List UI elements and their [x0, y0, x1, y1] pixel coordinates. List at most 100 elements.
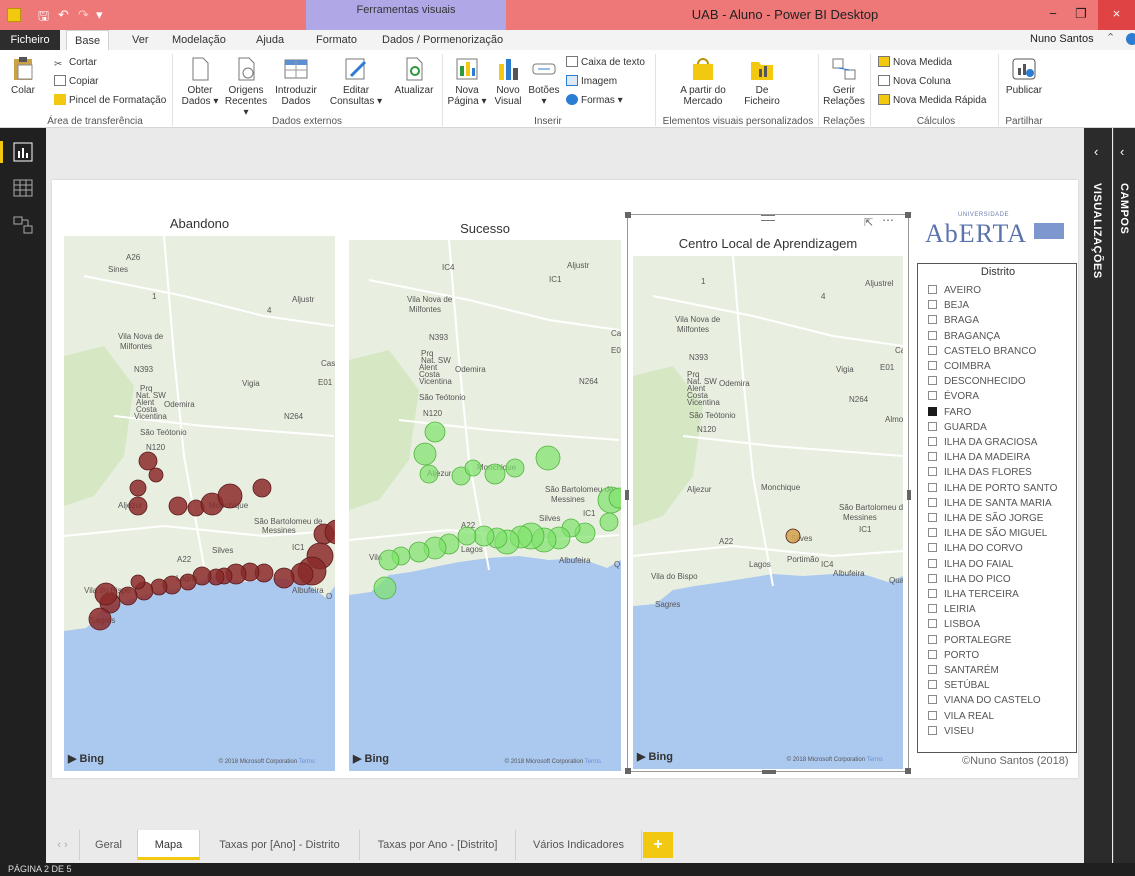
slicer-checkbox[interactable]	[928, 406, 937, 416]
chevron-left-icon[interactable]: ‹	[1094, 144, 1098, 159]
refresh-button[interactable]: Atualizar	[392, 56, 436, 96]
map-bubble[interactable]	[505, 458, 525, 478]
fields-pane-label[interactable]: CAMPOS	[1118, 183, 1130, 234]
buttons-button[interactable]: Botões ▾	[526, 56, 562, 107]
terms-link[interactable]: Terms	[867, 757, 883, 763]
slicer-checkbox[interactable]	[928, 725, 937, 735]
drag-handle-icon[interactable]	[761, 215, 775, 221]
tab-ver[interactable]: Ver	[124, 30, 157, 50]
tab-formato[interactable]: Formato	[308, 30, 365, 50]
slicer-checkbox[interactable]	[928, 558, 937, 568]
slicer-item[interactable]: VILA REAL	[928, 709, 994, 724]
collapse-ribbon-icon[interactable]: ⌃	[1106, 31, 1115, 44]
map-bubble[interactable]	[130, 574, 146, 590]
data-view-icon[interactable]	[12, 177, 34, 199]
terms-link[interactable]: Terms	[585, 759, 601, 765]
minimize-button[interactable]: −	[1038, 0, 1068, 30]
slicer-item[interactable]: PORTO	[928, 648, 979, 663]
slicer-checkbox[interactable]	[928, 467, 937, 477]
slicer-item[interactable]: SETÚBAL	[928, 678, 990, 693]
map-sucesso[interactable]: IC4 Aljustr IC1 Vila Nova deMilfontes Cas N39…	[349, 240, 621, 771]
slicer-item[interactable]: ILHA DE SÃO JORGE	[928, 511, 1043, 526]
map-bubble[interactable]	[252, 478, 272, 498]
slicer-item[interactable]: COIMBRA	[928, 359, 991, 374]
tab-modelacao[interactable]: Modelação	[164, 30, 234, 50]
slicer-checkbox[interactable]	[928, 421, 937, 431]
map-bubble[interactable]	[535, 445, 561, 471]
get-data-button[interactable]: Obter Dados ▾	[178, 56, 222, 107]
slicer-item[interactable]: VIANA DO CASTELO	[928, 693, 1041, 708]
save-icon[interactable]: 🖫	[38, 7, 49, 29]
map-bubble[interactable]	[129, 479, 147, 497]
map-bubble[interactable]	[408, 541, 430, 563]
textbox-button[interactable]: Caixa de texto	[566, 56, 645, 69]
new-column-button[interactable]: Nova Coluna	[878, 75, 951, 88]
map-bubble[interactable]	[413, 442, 437, 466]
visualizations-pane[interactable]: ‹ VISUALIZAÇÕES	[1084, 128, 1112, 863]
slicer-item[interactable]: ILHA DO FAIAL	[928, 557, 1013, 572]
slicer-item[interactable]: CASTELO BRANCO	[928, 344, 1036, 359]
slicer-checkbox[interactable]	[928, 695, 937, 705]
slicer-item[interactable]: LEIRIA	[928, 602, 976, 617]
map-bubble[interactable]	[457, 526, 477, 546]
map-bubble[interactable]	[290, 562, 314, 586]
image-button[interactable]: Imagem	[566, 75, 617, 88]
quick-access-dropdown-icon[interactable]: ▾	[96, 7, 103, 23]
map-bubble[interactable]	[424, 421, 446, 443]
page-tab-taxas-ano-distrito[interactable]: Taxas por [Ano] - Distrito	[200, 830, 360, 860]
from-file-button[interactable]: De Ficheiro	[738, 56, 786, 107]
slicer-item[interactable]: BEJA	[928, 298, 969, 313]
restore-button[interactable]: ❐	[1066, 0, 1096, 30]
help-icon[interactable]	[1126, 33, 1135, 45]
slicer-item[interactable]: FARO	[928, 405, 971, 420]
map-bubble[interactable]	[484, 463, 506, 485]
quick-measure-button[interactable]: Nova Medida Rápida	[878, 94, 986, 107]
format-painter-button[interactable]: Pincel de Formatação	[54, 94, 166, 107]
resize-handle[interactable]	[762, 770, 776, 774]
from-marketplace-button[interactable]: A partir do Mercado	[668, 56, 738, 107]
edit-queries-button[interactable]: Editar Consultas ▾	[328, 56, 384, 107]
undo-icon[interactable]: ↶	[58, 7, 69, 23]
map-bubble[interactable]	[473, 525, 495, 547]
slicer-checkbox[interactable]	[928, 285, 937, 294]
slicer-checkbox[interactable]	[928, 391, 937, 401]
slicer-checkbox[interactable]	[928, 634, 937, 644]
map-bubble[interactable]	[217, 483, 243, 509]
manage-relationships-button[interactable]: Gerir Relações	[822, 56, 866, 107]
slicer-checkbox[interactable]	[928, 680, 937, 690]
map-bubble[interactable]	[179, 573, 197, 591]
slicer-item[interactable]: ILHA DA MADEIRA	[928, 450, 1030, 465]
slicer-checkbox[interactable]	[928, 573, 937, 583]
map-bubble[interactable]	[88, 607, 112, 631]
copy-button[interactable]: Copiar	[54, 75, 98, 88]
slicer-checkbox[interactable]	[928, 376, 937, 386]
new-visual-button[interactable]: Novo Visual	[490, 56, 526, 107]
chevron-left-icon[interactable]: ‹	[1120, 144, 1124, 159]
shapes-button[interactable]: Formas ▾	[566, 94, 623, 107]
resize-handle[interactable]	[625, 490, 629, 500]
slicer-checkbox[interactable]	[928, 315, 937, 325]
slicer-checkbox[interactable]	[928, 528, 937, 538]
tab-ajuda[interactable]: Ajuda	[248, 30, 292, 50]
slicer-checkbox[interactable]	[928, 361, 937, 370]
page-tab-mapa[interactable]: Mapa	[138, 830, 200, 860]
more-options-icon[interactable]: ⋯	[882, 213, 894, 227]
slicer-checkbox[interactable]	[928, 649, 937, 659]
paste-button[interactable]: Colar	[8, 56, 38, 96]
slicer-item[interactable]: AVEIRO	[928, 283, 981, 298]
map-bubble[interactable]	[148, 467, 164, 483]
map-bubble[interactable]	[419, 464, 439, 484]
cut-button[interactable]: ✂ Cortar	[54, 56, 97, 70]
page-tab-geral[interactable]: Geral	[80, 830, 138, 860]
slicer-checkbox[interactable]	[928, 300, 937, 310]
slicer-item[interactable]: BRAGANÇA	[928, 329, 1000, 344]
slicer-checkbox[interactable]	[928, 452, 937, 462]
tab-dados-pormenorizacao[interactable]: Dados / Pormenorização	[374, 30, 511, 50]
map-bubble[interactable]	[94, 582, 118, 606]
slicer-item[interactable]: ILHA DO PICO	[928, 572, 1011, 587]
page-tab-taxas-distrito[interactable]: Taxas por Ano - [Distrito]	[360, 830, 516, 860]
map-bubble[interactable]	[273, 567, 295, 589]
enter-data-button[interactable]: Introduzir Dados	[270, 56, 322, 107]
slicer-item[interactable]: SANTARÉM	[928, 663, 999, 678]
redo-icon[interactable]: ↷	[78, 7, 89, 23]
